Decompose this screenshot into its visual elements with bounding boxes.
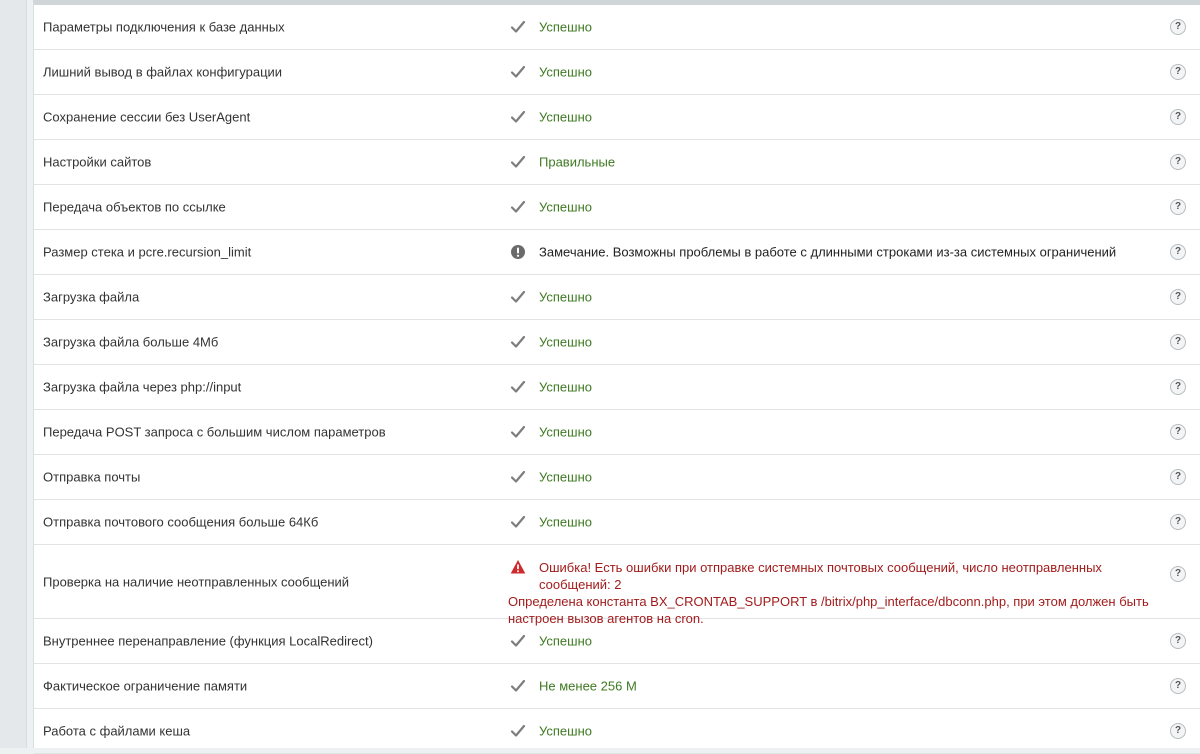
status-text: Успешно xyxy=(539,199,592,215)
check-name: Передача объектов по ссылке xyxy=(43,199,226,215)
check-icon xyxy=(510,633,526,649)
help-icon[interactable]: ? xyxy=(1170,678,1186,694)
help-icon[interactable]: ? xyxy=(1170,199,1186,215)
help-icon[interactable]: ? xyxy=(1170,289,1186,305)
site-check-results-table: Параметры подключения к базе данных Успе… xyxy=(33,0,1200,754)
status-text: Успешно xyxy=(539,469,592,485)
check-row: Фактическое ограничение памяти Не менее … xyxy=(34,664,1200,709)
check-icon xyxy=(510,514,526,530)
check-name: Загрузка файла xyxy=(43,289,140,305)
warning-circle-icon xyxy=(510,244,526,260)
check-icon xyxy=(510,19,526,35)
check-row: Передача объектов по ссылке Успешно ? xyxy=(34,185,1200,230)
help-icon[interactable]: ? xyxy=(1170,469,1186,485)
status-text: Успешно xyxy=(539,64,592,80)
check-icon xyxy=(510,199,526,215)
status-text: Замечание. Возможны проблемы в работе с … xyxy=(539,244,1117,260)
check-row: Работа с файлами кеша Успешно ? xyxy=(34,709,1200,754)
check-icon xyxy=(510,109,526,125)
check-row: Размер стека и pcre.recursion_limit Заме… xyxy=(34,230,1200,275)
help-icon[interactable]: ? xyxy=(1170,19,1186,35)
check-icon xyxy=(510,723,526,739)
check-icon xyxy=(510,379,526,395)
check-icon xyxy=(510,289,526,305)
check-row: Сохранение сессии без UserAgent Успешно … xyxy=(34,95,1200,140)
check-row: Передача POST запроса с большим числом п… xyxy=(34,410,1200,455)
check-row: Загрузка файла через php://input Успешно… xyxy=(34,365,1200,410)
check-name: Настройки сайтов xyxy=(43,154,152,170)
check-name: Параметры подключения к базе данных xyxy=(43,19,285,35)
check-name: Передача POST запроса с большим числом п… xyxy=(43,424,386,440)
check-row: Отправка почтового сообщения больше 64Кб… xyxy=(34,500,1200,545)
status-text: Правильные xyxy=(539,154,616,170)
check-name: Отправка почты xyxy=(43,469,141,485)
help-icon[interactable]: ? xyxy=(1170,109,1186,125)
status-text: Успешно xyxy=(539,424,592,440)
check-name: Внутреннее перенаправление (функция Loca… xyxy=(43,633,373,649)
check-icon xyxy=(510,154,526,170)
check-row: Внутреннее перенаправление (функция Loca… xyxy=(34,619,1200,664)
check-name: Проверка на наличие неотправленных сообщ… xyxy=(43,574,350,589)
check-row: Отправка почты Успешно ? xyxy=(34,455,1200,500)
check-row: Загрузка файла больше 4Мб Успешно ? xyxy=(34,320,1200,365)
check-name: Работа с файлами кеша xyxy=(43,723,191,739)
error-message: Ошибка! Есть ошибки при отправке системн… xyxy=(508,559,1168,627)
status-text: Успешно xyxy=(539,109,592,125)
check-row: Загрузка файла Успешно ? xyxy=(34,275,1200,320)
help-icon[interactable]: ? xyxy=(1170,566,1186,582)
check-name: Лишний вывод в файлах конфигурации xyxy=(43,64,283,80)
check-name: Фактическое ограничение памяти xyxy=(43,678,248,694)
status-text: Успешно xyxy=(539,723,592,739)
left-sidebar-strip xyxy=(0,0,27,748)
status-text: Успешно xyxy=(539,514,592,530)
help-icon[interactable]: ? xyxy=(1170,379,1186,395)
check-name: Загрузка файла через php://input xyxy=(43,379,242,395)
check-name: Отправка почтового сообщения больше 64Кб xyxy=(43,514,319,530)
check-row: Настройки сайтов Правильные ? xyxy=(34,140,1200,185)
status-text: Успешно xyxy=(539,633,592,649)
check-icon xyxy=(510,678,526,694)
check-name: Загрузка файла больше 4Мб xyxy=(43,334,219,350)
help-icon[interactable]: ? xyxy=(1170,154,1186,170)
status-text: Успешно xyxy=(539,19,592,35)
status-text: Успешно xyxy=(539,334,592,350)
help-icon[interactable]: ? xyxy=(1170,723,1186,739)
check-row: Лишний вывод в файлах конфигурации Успеш… xyxy=(34,50,1200,95)
help-icon[interactable]: ? xyxy=(1170,514,1186,530)
help-icon[interactable]: ? xyxy=(1170,334,1186,350)
help-icon[interactable]: ? xyxy=(1170,424,1186,440)
check-icon xyxy=(510,64,526,80)
help-icon[interactable]: ? xyxy=(1170,64,1186,80)
check-icon xyxy=(510,469,526,485)
check-name: Размер стека и pcre.recursion_limit xyxy=(43,244,252,260)
check-icon xyxy=(510,424,526,440)
check-icon xyxy=(510,334,526,350)
help-icon[interactable]: ? xyxy=(1170,633,1186,649)
check-name: Сохранение сессии без UserAgent xyxy=(43,109,251,125)
error-text-primary: Ошибка! Есть ошибки при отправке системн… xyxy=(539,560,1102,592)
help-icon[interactable]: ? xyxy=(1170,244,1186,260)
check-row: Параметры подключения к базе данных Успе… xyxy=(34,5,1200,50)
check-row-error: Проверка на наличие неотправленных сообщ… xyxy=(34,545,1200,626)
status-text: Успешно xyxy=(539,289,592,305)
status-text: Успешно xyxy=(539,379,592,395)
status-text: Не менее 256 М xyxy=(539,678,637,694)
